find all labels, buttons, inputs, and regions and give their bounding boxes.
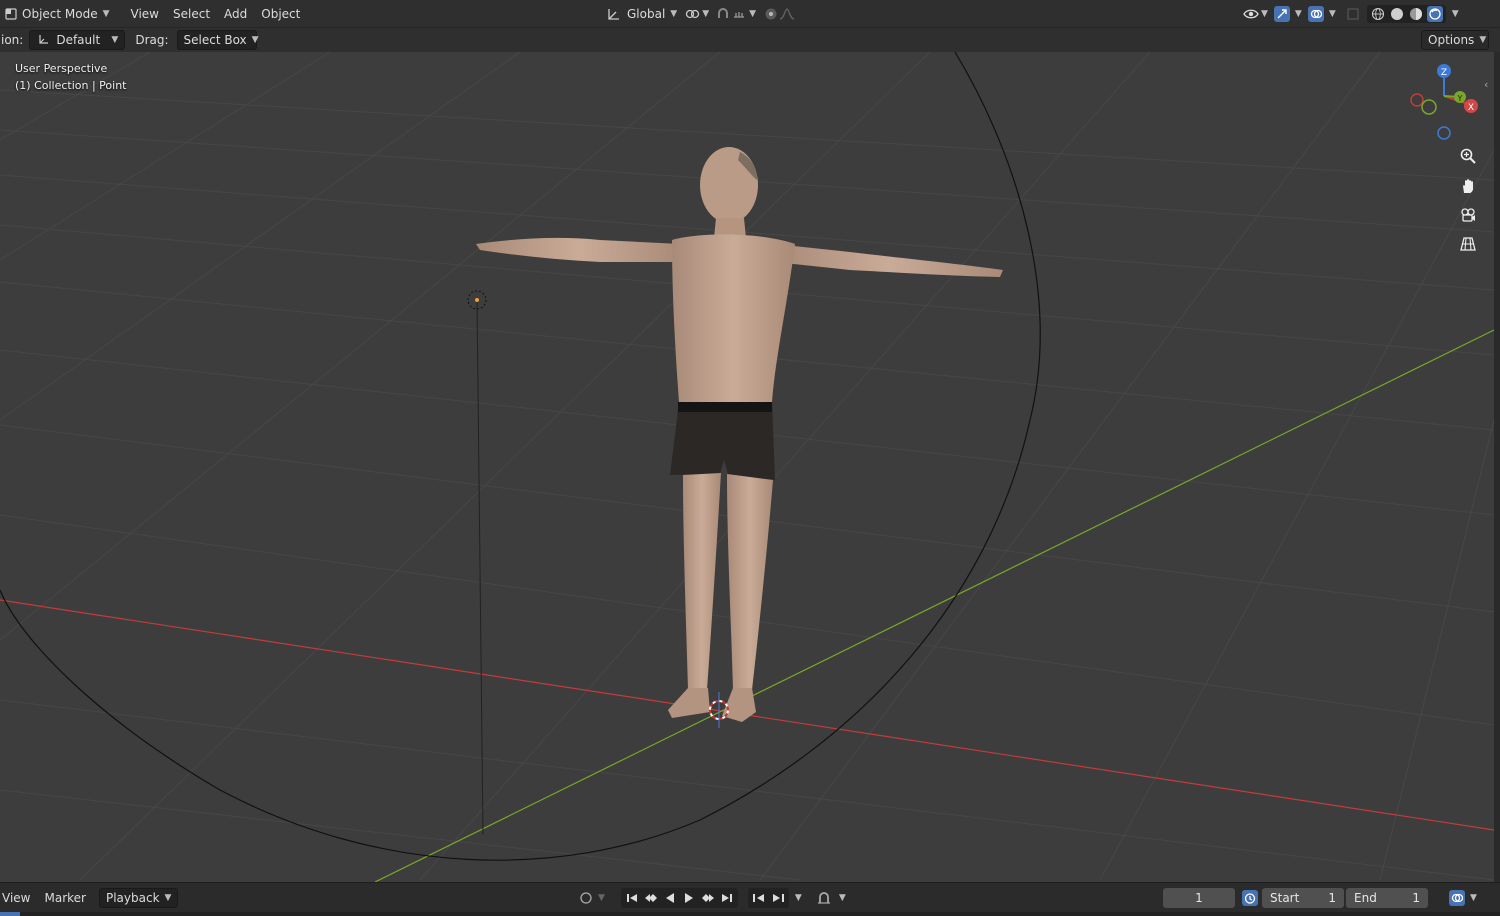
navigation-gizmo[interactable]: Z X Y <box>1400 60 1490 140</box>
gizmo-icon <box>1273 6 1290 22</box>
proportional-edit-icon <box>763 6 779 22</box>
prev-keyframe-icon[interactable] <box>643 890 659 906</box>
zoom-icon[interactable] <box>1460 148 1484 172</box>
gizmo-dropdown[interactable]: ▼ <box>1271 4 1305 24</box>
material-shading-icon[interactable] <box>1408 6 1424 22</box>
drag-select-box-label: Select Box <box>183 33 247 47</box>
timeline-scrollbar[interactable] <box>0 912 1500 916</box>
light-range-circle <box>0 52 1041 861</box>
viewport-scene <box>0 52 1494 882</box>
y-axis-line <box>374 329 1494 882</box>
collection-info: (1) Collection | Point <box>15 79 127 92</box>
transform-orientation-dropdown[interactable]: Global ▼ <box>602 4 681 24</box>
timeline-header: View Marker Playback ▼ ▼ ▼ ▼ 1 Start 1 E… <box>0 882 1500 912</box>
falloff-icon <box>779 6 795 22</box>
current-frame-field[interactable]: 1 <box>1163 888 1235 908</box>
viewport-header: Object Mode ▼ View Select Add Object Glob… <box>0 0 1500 28</box>
frame-step-controls <box>747 888 789 908</box>
jump-start-icon[interactable] <box>624 890 640 906</box>
keying-icon[interactable] <box>578 890 594 906</box>
editor-type-icon[interactable] <box>4 6 18 22</box>
drag-label: Drag: <box>135 33 169 47</box>
start-frame-value: 1 <box>1328 891 1336 905</box>
object-mode-dropdown[interactable]: Object Mode ▼ <box>18 4 116 24</box>
end-frame-field[interactable]: End 1 <box>1346 888 1428 908</box>
shading-options-caret[interactable]: ▼ <box>1452 9 1459 19</box>
solid-shading-icon[interactable] <box>1389 6 1405 22</box>
pivot-icon <box>684 6 700 22</box>
orientation-prefix: ion: <box>1 33 24 47</box>
snap-icon <box>715 6 731 22</box>
human-model[interactable] <box>476 147 1003 722</box>
orientation-axes-icon <box>36 32 50 48</box>
transform-orientation-icon <box>606 6 622 22</box>
timeline-scrollbar-thumb[interactable] <box>0 912 20 916</box>
gizmo-x-label: X <box>1468 103 1474 113</box>
gizmo-y-label: Y <box>1457 94 1463 103</box>
camera-icon[interactable] <box>1460 207 1484 231</box>
timeline-menu-marker[interactable]: Marker <box>37 888 92 908</box>
area-divider[interactable] <box>1494 52 1500 882</box>
overlay-icon <box>1307 6 1324 22</box>
hand-pan-icon[interactable] <box>1460 178 1484 202</box>
options-label: Options <box>1428 33 1475 47</box>
prev-frame-icon[interactable] <box>751 890 767 906</box>
shading-modes <box>1366 5 1446 23</box>
end-frame-label: End <box>1354 891 1377 905</box>
rendered-shading-icon[interactable] <box>1426 6 1443 22</box>
menu-view[interactable]: View <box>124 4 166 24</box>
snap-target-icon <box>731 6 747 22</box>
jump-end-icon[interactable] <box>719 890 735 906</box>
start-frame-field[interactable]: Start 1 <box>1262 888 1344 908</box>
orientation-default-dropdown[interactable]: Default ▼ <box>29 30 126 50</box>
start-frame-label: Start <box>1270 891 1300 905</box>
sidebar-toggle[interactable]: ‹ <box>1484 78 1488 91</box>
next-frame-icon[interactable] <box>770 890 786 906</box>
preview-range-icon[interactable] <box>1242 890 1258 906</box>
object-mode-label: Object Mode <box>22 6 98 21</box>
playback-controls <box>620 888 738 908</box>
auto-key-icon[interactable] <box>816 890 832 906</box>
view-name: User Perspective <box>15 62 108 75</box>
frame-step-caret[interactable]: ▼ <box>795 893 802 903</box>
wireframe-shading-icon[interactable] <box>1370 6 1386 22</box>
menu-object[interactable]: Object <box>254 4 307 24</box>
timeline-view-dropdown[interactable]: ▼ <box>1446 888 1480 908</box>
proportional-edit-toggle[interactable] <box>759 4 799 24</box>
grid-view-icon[interactable] <box>1460 236 1484 260</box>
orientation-default-label: Default <box>56 33 101 47</box>
orientation-label: Global <box>627 7 666 21</box>
xray-icon[interactable] <box>1345 6 1361 22</box>
options-dropdown[interactable]: Options ▼ <box>1421 30 1489 50</box>
tool-settings-bar: ion: Default ▼ Drag: Select Box ▼ Option… <box>0 28 1500 52</box>
menu-add[interactable]: Add <box>217 4 254 24</box>
3d-viewport[interactable]: User Perspective (1) Collection | Point … <box>0 52 1494 882</box>
playback-dropdown[interactable]: Playback ▼ <box>98 887 179 908</box>
play-icon[interactable] <box>681 890 697 906</box>
overlay-dropdown[interactable]: ▼ <box>1305 4 1339 24</box>
timeline-menu-view[interactable]: View <box>0 888 37 908</box>
drag-select-box-dropdown[interactable]: Select Box ▼ <box>176 30 259 50</box>
auto-key-caret[interactable]: ▼ <box>839 893 846 903</box>
visibility-icon <box>1243 6 1259 22</box>
pivot-dropdown[interactable]: ▼ <box>681 4 712 24</box>
snap-toggle[interactable]: ▼ <box>712 4 759 24</box>
visibility-dropdown[interactable]: ▼ <box>1240 4 1271 24</box>
current-frame-value: 1 <box>1195 891 1203 905</box>
timeline-overlay-icon <box>1449 890 1465 906</box>
gizmo-z-label: Z <box>1441 68 1447 78</box>
menu-select[interactable]: Select <box>166 4 217 24</box>
playback-label: Playback <box>105 890 160 905</box>
next-keyframe-icon[interactable] <box>700 890 716 906</box>
point-light-stem <box>476 299 484 836</box>
end-frame-value: 1 <box>1412 891 1420 905</box>
play-reverse-icon[interactable] <box>662 890 678 906</box>
